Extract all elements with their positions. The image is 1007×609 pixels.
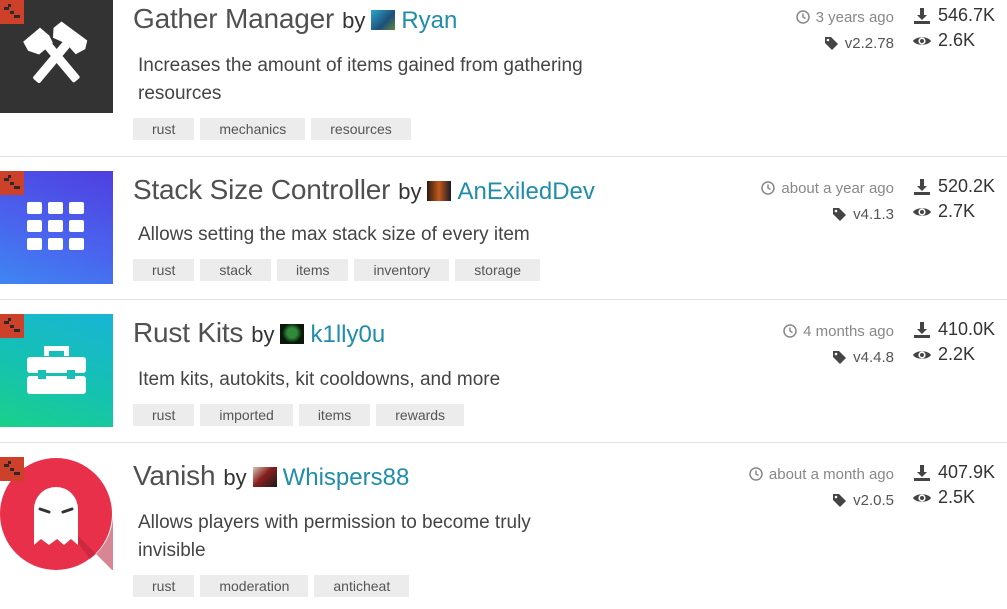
by-label: by xyxy=(342,8,366,33)
tag[interactable]: rust xyxy=(133,575,195,597)
author-avatar[interactable] xyxy=(280,324,305,344)
plugin-thumbnail[interactable] xyxy=(0,171,113,284)
author-link[interactable]: Ryan xyxy=(401,7,457,35)
tag[interactable]: rust xyxy=(133,259,195,281)
tag[interactable]: rewards xyxy=(376,404,465,426)
clock-icon xyxy=(783,324,797,338)
download-count: 407.9K xyxy=(938,462,996,482)
download-count: 546.7K xyxy=(938,5,996,25)
tag[interactable]: rust xyxy=(133,404,195,426)
row-divider xyxy=(0,156,1007,157)
version-tag-icon xyxy=(833,494,847,507)
tag[interactable]: items xyxy=(298,404,371,426)
clock-icon xyxy=(761,181,776,195)
plugin-description: Item kits, autokits, kit cooldowns, and … xyxy=(138,369,501,390)
eye-icon xyxy=(913,207,931,216)
tag[interactable]: mechanics xyxy=(200,118,306,140)
by-label: by xyxy=(398,179,422,204)
row-divider xyxy=(0,442,1007,443)
eye-icon xyxy=(913,350,931,359)
version-tag-icon xyxy=(824,37,838,50)
download-icon xyxy=(914,321,930,338)
tag[interactable]: storage xyxy=(455,259,540,281)
rust-game-badge-icon xyxy=(0,457,24,481)
updated-time: 3 years ago xyxy=(815,8,894,26)
view-count: 2.5K xyxy=(938,487,976,507)
version-label: v2.2.78 xyxy=(844,35,894,52)
plugin-title[interactable]: Vanish xyxy=(133,460,216,492)
plugin-title[interactable]: Rust Kits xyxy=(133,317,243,349)
version-tag-icon xyxy=(833,351,847,364)
plugin-description: Increases the amount of items gained fro… xyxy=(138,55,583,104)
plugin-title[interactable]: Stack Size Controller xyxy=(133,174,390,206)
plugin-row-rust-kits: Rust Kits by k1lly0u Item kits, autokits… xyxy=(0,314,1007,442)
download-icon xyxy=(914,464,930,481)
download-icon xyxy=(914,7,930,24)
author-link[interactable]: k1lly0u xyxy=(310,321,385,349)
version-label: v4.1.3 xyxy=(853,206,894,223)
author-link[interactable]: Whispers88 xyxy=(283,464,410,492)
plugin-thumbnail[interactable] xyxy=(0,457,113,570)
tag[interactable]: inventory xyxy=(354,259,450,281)
by-label: by xyxy=(223,465,247,490)
row-divider xyxy=(0,299,1007,300)
updated-time: about a year ago xyxy=(781,179,894,197)
tag[interactable]: stack xyxy=(200,259,272,281)
plugin-row-stack-size-controller: Stack Size Controller by AnExiledDev All… xyxy=(0,171,1007,299)
plugin-title[interactable]: Gather Manager xyxy=(133,3,334,35)
plugin-row-gather-manager: Gather Manager by Ryan Increases the amo… xyxy=(0,0,1007,155)
rust-game-badge-icon xyxy=(0,314,24,338)
version-label: v2.0.5 xyxy=(853,492,894,509)
author-avatar[interactable] xyxy=(427,181,452,201)
plugin-thumbnail[interactable] xyxy=(0,0,113,113)
download-count: 410.0K xyxy=(938,319,996,339)
author-link[interactable]: AnExiledDev xyxy=(457,178,594,206)
tag[interactable]: anticheat xyxy=(314,575,410,597)
rust-game-badge-icon xyxy=(0,171,24,195)
author-avatar[interactable] xyxy=(252,467,277,487)
clock-icon xyxy=(795,10,810,24)
tag[interactable]: moderation xyxy=(200,575,309,597)
view-count: 2.2K xyxy=(938,344,976,364)
updated-time: 4 months ago xyxy=(803,322,894,340)
rust-game-badge-icon xyxy=(0,0,24,24)
download-icon xyxy=(914,178,930,195)
plugin-description: Allows setting the max stack size of eve… xyxy=(138,224,530,245)
tag[interactable]: imported xyxy=(200,404,293,426)
by-label: by xyxy=(251,322,275,347)
updated-time: about a month ago xyxy=(768,465,894,483)
tag[interactable]: items xyxy=(277,259,349,281)
tag[interactable]: resources xyxy=(311,118,411,140)
version-label: v4.4.8 xyxy=(853,349,894,366)
eye-icon xyxy=(913,493,931,502)
plugin-thumbnail[interactable] xyxy=(0,314,113,427)
clock-icon xyxy=(749,467,763,481)
download-count: 520.2K xyxy=(938,176,996,196)
plugin-row-vanish: Vanish by Whispers88 Allows players with… xyxy=(0,457,1007,609)
plugin-description: Allows players with permission to become… xyxy=(138,512,531,561)
version-tag-icon xyxy=(833,208,847,221)
author-avatar[interactable] xyxy=(371,10,396,30)
tag[interactable]: rust xyxy=(133,118,195,140)
view-count: 2.7K xyxy=(938,201,976,221)
view-count: 2.6K xyxy=(938,30,976,50)
eye-icon xyxy=(913,36,931,45)
